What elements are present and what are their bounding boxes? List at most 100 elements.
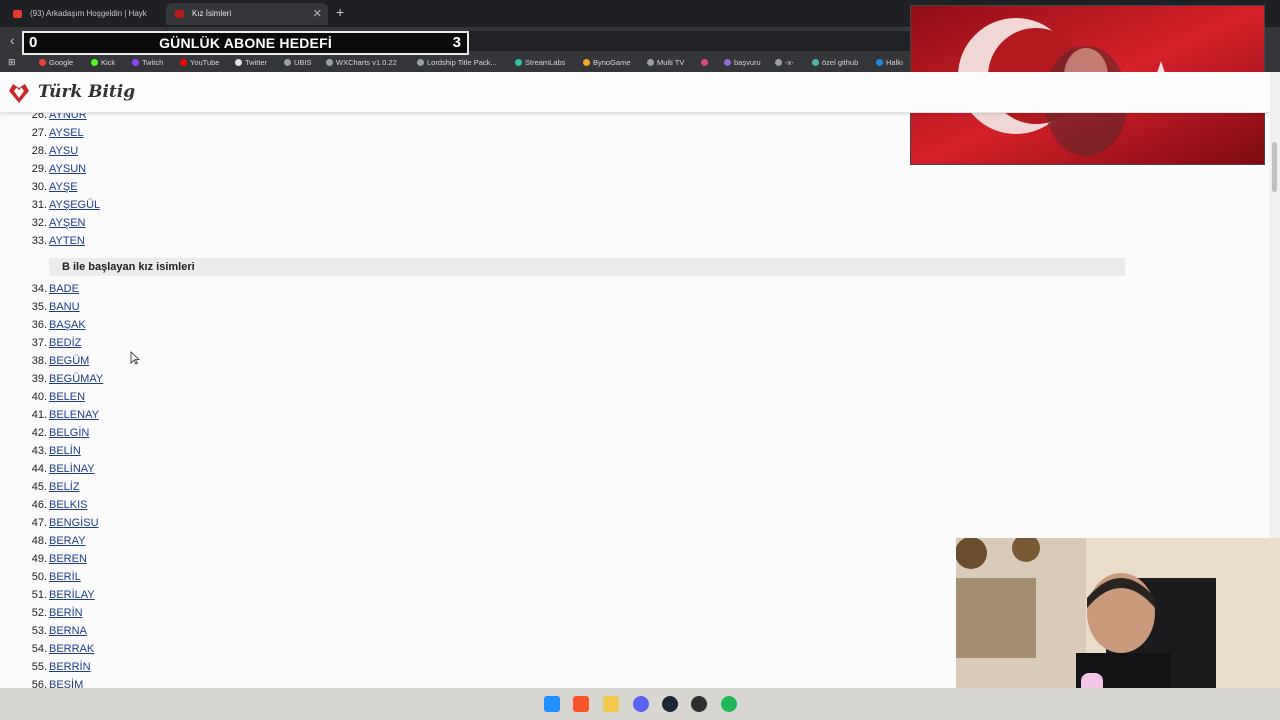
list-item: 36. BAŞAK xyxy=(0,316,300,334)
name-link[interactable]: AYSUN xyxy=(49,160,86,178)
name-link[interactable]: AYSEL xyxy=(49,124,84,142)
list-index: 38. xyxy=(31,355,47,367)
name-link[interactable]: BEGÜMAY xyxy=(49,370,103,388)
brave-browser-icon[interactable] xyxy=(573,696,589,712)
google-icon xyxy=(775,59,782,66)
list-item: 45. BELİZ xyxy=(0,478,300,496)
list-item: 49. BEREN xyxy=(0,550,300,568)
name-link[interactable]: BENGİSU xyxy=(49,514,99,532)
name-link[interactable]: BELKIS xyxy=(49,496,88,514)
list-index: 51. xyxy=(31,589,47,601)
name-link[interactable]: BERİLAY xyxy=(49,586,95,604)
name-link[interactable]: BANU xyxy=(49,298,80,316)
windows-start-icon[interactable] xyxy=(544,696,560,712)
bookmark-twitter[interactable]: Twitter xyxy=(235,58,267,67)
bookmark-halki[interactable]: Halkı xyxy=(876,58,903,67)
name-link[interactable]: BERNA xyxy=(49,622,87,640)
list-index: 48. xyxy=(31,535,47,547)
bookmark-kick[interactable]: Kick xyxy=(91,58,115,67)
bookmark-google[interactable]: Google xyxy=(39,58,73,67)
list-index: 44. xyxy=(31,463,47,475)
list-item: 56. BESİM xyxy=(0,676,300,688)
mouse-cursor-icon xyxy=(130,351,140,365)
globe-icon xyxy=(284,59,291,66)
name-link[interactable]: BADE xyxy=(49,280,79,298)
list-item: 30. AYŞE xyxy=(0,178,300,196)
bookmark-ozel-github[interactable]: özel github xyxy=(812,58,858,67)
twitch-icon xyxy=(132,59,139,66)
tab-kiz-isimleri[interactable]: Kız İsimleri ✕ xyxy=(166,3,328,25)
list-index: 56. xyxy=(31,679,47,688)
bookmark-bynogame[interactable]: BynoGame xyxy=(583,58,631,67)
close-tab-icon[interactable]: ✕ xyxy=(313,3,322,25)
steam-icon[interactable] xyxy=(662,696,678,712)
bookmark-wxcharts[interactable]: WXCharts v1.0.22 xyxy=(326,58,397,67)
name-link[interactable]: BERİN xyxy=(49,604,83,622)
list-item: 43. BELİN xyxy=(0,442,300,460)
bookmark-icon xyxy=(701,59,708,66)
bookmark-twitch[interactable]: Twitch xyxy=(132,58,163,67)
name-link[interactable]: AYŞE xyxy=(49,178,78,196)
list-item: 32. AYŞEN xyxy=(0,214,300,232)
name-link[interactable]: AYŞEN xyxy=(49,214,85,232)
name-link[interactable]: AYSU xyxy=(49,142,78,160)
discord-icon[interactable] xyxy=(633,696,649,712)
file-explorer-icon[interactable] xyxy=(603,696,619,712)
name-link[interactable]: BESİM xyxy=(49,676,83,688)
kick-icon xyxy=(91,59,98,66)
spotify-icon[interactable] xyxy=(721,696,737,712)
list-index: 39. xyxy=(31,373,47,385)
name-link[interactable]: BEREN xyxy=(49,550,87,568)
name-link[interactable]: BELENAY xyxy=(49,406,99,424)
list-index: 33. xyxy=(31,235,47,247)
back-icon[interactable]: ‹ xyxy=(10,32,15,48)
name-link[interactable]: BERİL xyxy=(49,568,81,586)
name-link[interactable]: BERRİN xyxy=(49,658,91,676)
bookmark-streamlabs[interactable]: StreamLabs xyxy=(515,58,565,67)
name-link[interactable]: BELGİN xyxy=(49,424,89,442)
github-icon xyxy=(812,59,819,66)
bookmark-youtube[interactable]: YouTube xyxy=(180,58,219,67)
list-item: 33. AYTEN xyxy=(0,232,300,250)
name-link[interactable]: AYTEN xyxy=(49,232,85,250)
os-taskbar xyxy=(0,688,1280,720)
list-index: 50. xyxy=(31,571,47,583)
list-index: 49. xyxy=(31,553,47,565)
name-link[interactable]: AYŞEGÜL xyxy=(49,196,100,214)
name-link[interactable]: BELEN xyxy=(49,388,85,406)
list-index: 54. xyxy=(31,643,47,655)
list-item: 27. AYSEL xyxy=(0,124,300,142)
site-logo-icon[interactable] xyxy=(7,82,31,104)
name-link[interactable]: BELİNAY xyxy=(49,460,95,478)
name-link[interactable]: BEGÜM xyxy=(49,352,89,370)
list-index: 42. xyxy=(31,427,47,439)
name-link[interactable]: BERAY xyxy=(49,532,85,550)
name-link[interactable]: BELİN xyxy=(49,442,81,460)
list-index: 52. xyxy=(31,607,47,619)
bookmark-multitv[interactable]: Multi TV xyxy=(647,58,684,67)
name-link[interactable]: BEDİZ xyxy=(49,334,81,352)
bookmark-ubis[interactable]: UBIS xyxy=(284,58,312,67)
new-tab-icon[interactable]: + xyxy=(336,4,344,20)
tab-youtube[interactable]: (93) Arkadaşım Hoşgeldin | Hayk xyxy=(4,3,160,25)
list-item: 50. BERİL xyxy=(0,568,300,586)
bookmark-lordship[interactable]: Lordship Title Pack... xyxy=(417,58,497,67)
bookmark-x[interactable]: -x- xyxy=(775,58,794,67)
obs-icon[interactable] xyxy=(691,696,707,712)
list-item: 29. AYSUN xyxy=(0,160,300,178)
bookmark-basvuru[interactable]: başvuru xyxy=(724,58,761,67)
tab-label: Kız İsimleri xyxy=(192,9,232,18)
name-link[interactable]: BERRAK xyxy=(49,640,94,658)
apps-grid-icon[interactable]: ⊞ xyxy=(8,57,16,68)
name-link[interactable]: BELİZ xyxy=(49,478,80,496)
subscriber-goal-overlay: 0 GÜNLÜK ABONE HEDEFİ 3 xyxy=(22,31,469,55)
list-item: 44. BELİNAY xyxy=(0,460,300,478)
tab-label: (93) Arkadaşım Hoşgeldin | Hayk xyxy=(30,9,147,18)
streamlabs-icon xyxy=(515,59,522,66)
list-item: 37. BEDİZ xyxy=(0,334,300,352)
scrollbar-thumb[interactable] xyxy=(1272,142,1277,192)
bookmark-unnamed[interactable] xyxy=(701,58,711,67)
site-logo-text[interactable]: Türk Bitig xyxy=(38,82,135,102)
list-index: 30. xyxy=(31,181,47,193)
name-link[interactable]: BAŞAK xyxy=(49,316,86,334)
